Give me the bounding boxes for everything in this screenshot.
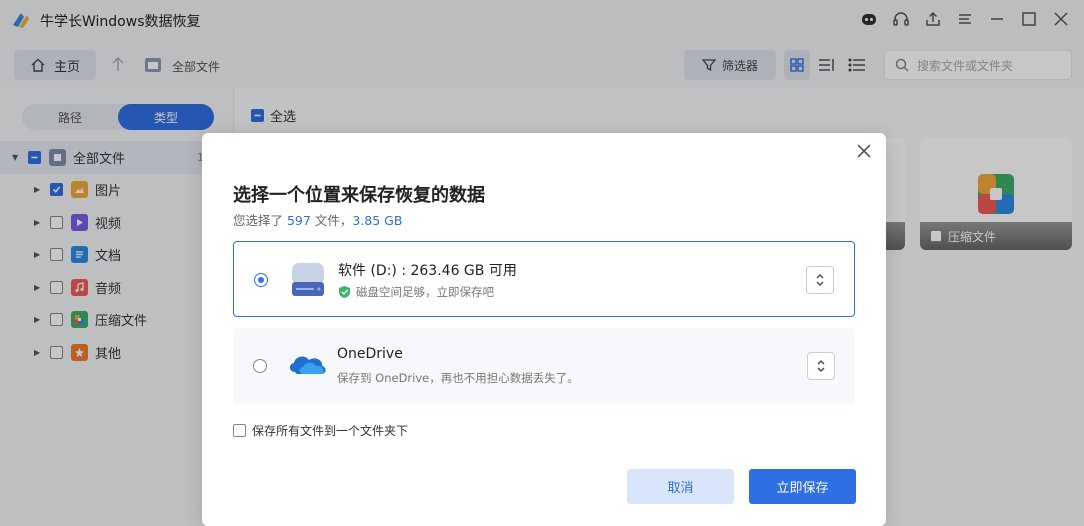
drive-radio[interactable] [254, 273, 268, 287]
drive-select-stepper[interactable] [806, 266, 834, 294]
drive-status: 磁盘空间足够，立即保存吧 [338, 284, 494, 300]
option-local-drive[interactable]: 软件 (D:) : 263.46 GB 可用 磁盘空间足够，立即保存吧 [233, 241, 855, 317]
chevron-updown-icon [817, 360, 825, 372]
save-to-one-folder[interactable]: 保存所有文件到一个文件夹下 [233, 422, 408, 439]
drive-title: 软件 (D:) : 263.46 GB 可用 [338, 263, 517, 279]
dialog-subtitle: 您选择了 597 文件，3.85 GB [233, 210, 402, 229]
selected-count: 597 [286, 213, 311, 228]
hard-drive-icon [292, 263, 324, 296]
chevron-updown-icon [816, 274, 824, 286]
dialog-close-icon[interactable] [854, 141, 874, 161]
cancel-button[interactable]: 取消 [627, 469, 734, 504]
sub-mid: 文件， [310, 213, 353, 228]
save-to-one-folder-checkbox[interactable] [233, 424, 246, 437]
onedrive-radio[interactable] [253, 359, 267, 373]
drive-status-text: 磁盘空间足够，立即保存吧 [356, 285, 494, 299]
shield-check-icon [339, 286, 350, 298]
selected-size: 3.85 GB [352, 213, 403, 228]
onedrive-desc: 保存到 OneDrive，再也不用担心数据丢失了。 [337, 371, 579, 385]
onedrive-cloud-icon [289, 356, 326, 374]
save-to-one-folder-label: 保存所有文件到一个文件夹下 [252, 424, 409, 438]
option-onedrive[interactable]: OneDrive 保存到 OneDrive，再也不用担心数据丢失了。 [233, 328, 855, 404]
onedrive-title: OneDrive [337, 346, 403, 362]
sub-prefix: 您选择了 [233, 213, 287, 228]
save-location-dialog: 选择一个位置来保存恢复的数据 您选择了 597 文件，3.85 GB 软件 (D… [202, 133, 886, 526]
dialog-title: 选择一个位置来保存恢复的数据 [233, 185, 485, 206]
onedrive-select-stepper[interactable] [807, 352, 835, 380]
save-now-button[interactable]: 立即保存 [749, 469, 856, 504]
